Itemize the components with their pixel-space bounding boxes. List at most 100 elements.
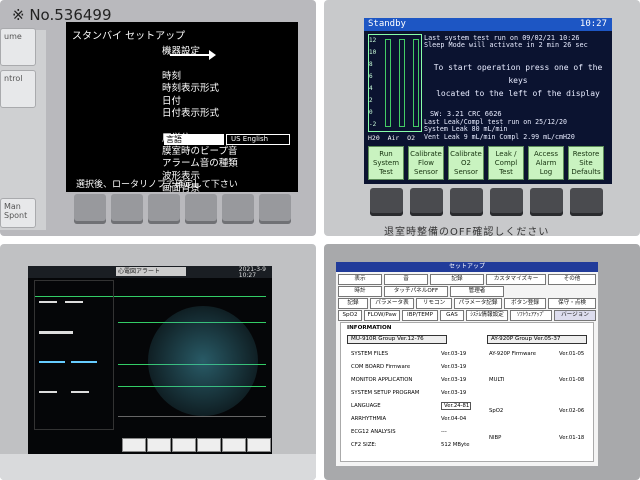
side-button-3[interactable]: Man Spont — [0, 198, 36, 228]
soft-key[interactable] — [259, 194, 291, 224]
monitor-tab-button[interactable] — [147, 438, 171, 452]
monitor-tab-button[interactable] — [247, 438, 271, 452]
monitor-soft-tabs — [122, 438, 271, 454]
group-right: AY-920P Group Ver.05-37 — [487, 335, 587, 344]
side-button-1[interactable]: ume — [0, 28, 36, 66]
status-time: 10:27 — [579, 19, 607, 29]
menu-item[interactable]: 膜室時のビープ音 — [162, 146, 238, 159]
run-system-test-button[interactable]: Run System Test — [368, 146, 404, 180]
tab[interactable]: パラメータ表 — [370, 298, 414, 309]
soft-key[interactable] — [570, 188, 603, 216]
panel-patient-monitor: 心電図アラート 2021-3-9 10:27 — [0, 244, 316, 480]
status-title: Standby — [368, 19, 406, 29]
instruction-line: To start operation press one of the keys — [433, 63, 603, 85]
version-value: --- — [441, 429, 447, 435]
numeric-block — [71, 391, 89, 393]
tab[interactable]: 表示 — [338, 274, 382, 285]
tab[interactable]: パラメータ記録 — [454, 298, 502, 309]
soft-key[interactable] — [222, 194, 254, 224]
numeric-block — [65, 301, 83, 303]
menu-item[interactable]: 日付 — [162, 96, 238, 109]
tab[interactable]: リモコン — [416, 298, 452, 309]
restore-site-defaults-button[interactable]: Restore Site Defaults — [568, 146, 604, 180]
tab[interactable]: 時計 — [338, 286, 382, 297]
version-row: SYSTEM FILES Ver.03-19 — [351, 351, 466, 357]
leak-info: Last Leak/Compl test run on 25/12/20 Sys… — [424, 118, 575, 141]
soft-key[interactable] — [490, 188, 523, 216]
pressure-gauges: 12 10 8 6 4 2 0 -2 — [368, 34, 422, 132]
calibrate-flow-sensor-button[interactable]: Calibrate Flow Sensor — [408, 146, 444, 180]
version-key: AY-920P Firmware — [489, 351, 536, 357]
tab[interactable]: ｼｽﾃﾑ情報設定 — [466, 310, 508, 321]
right-arrow-icon — [170, 50, 216, 60]
language-option[interactable]: US English — [226, 134, 290, 145]
language-version-box[interactable]: Ver.24-81 — [441, 402, 471, 410]
soft-key[interactable] — [410, 188, 443, 216]
tab[interactable]: 記録 — [338, 298, 368, 309]
tab[interactable]: 記録 — [430, 274, 484, 285]
monitor-tab-button[interactable] — [122, 438, 146, 452]
tab[interactable]: 管理者 — [450, 286, 504, 297]
menu-arrow-spacer — [162, 59, 238, 71]
soft-key[interactable] — [450, 188, 483, 216]
tab[interactable]: 音 — [384, 274, 428, 285]
soft-key[interactable] — [111, 194, 143, 224]
language-selected[interactable]: 言語 — [164, 134, 224, 145]
menu-item[interactable]: 時刻 — [162, 71, 238, 84]
version-key: NIBP — [489, 435, 502, 441]
menu-item[interactable]: 時刻表示形式 — [162, 83, 238, 96]
soft-key[interactable] — [148, 194, 180, 224]
version-value: Ver.03-19 — [441, 377, 467, 383]
numeric-block — [39, 331, 73, 334]
tab[interactable]: GAS — [440, 310, 464, 321]
gauge-bar — [413, 39, 419, 127]
menu-item[interactable]: アラーム音の種類 — [162, 158, 238, 171]
access-alarm-log-button[interactable]: Access Alarm Log — [528, 146, 564, 180]
version-info-panel: INFORMATION MU-910R Group Ver.12-76 AY-9… — [340, 322, 594, 462]
tab[interactable]: カスタマイズキー — [486, 274, 546, 285]
display-screen: Standby 10:27 12 10 8 6 4 2 0 -2 H20 Air… — [364, 18, 612, 184]
leak-line: Vent Leak 9 mL/min Compl 2.99 mL/cmH20 — [424, 132, 575, 141]
soft-key[interactable] — [370, 188, 403, 216]
version-value: Ver.03-19 — [441, 390, 467, 396]
version-value: Ver.04-04 — [441, 416, 467, 422]
system-test-message: Last system test run on 09/02/21 10:26 S… — [424, 34, 588, 50]
calibrate-o2-sensor-button[interactable]: Calibrate O2 Sensor — [448, 146, 484, 180]
soft-key[interactable] — [74, 194, 106, 224]
monitor-tab-button[interactable] — [172, 438, 196, 452]
monitor-topbar: 心電図アラート 2021-3-9 10:27 — [28, 266, 272, 279]
monitor-tab[interactable]: 心電図アラート — [116, 267, 186, 276]
version-key: COM BOARD Firmware — [351, 364, 411, 370]
menu-item[interactable]: 日付表示形式 — [162, 108, 238, 121]
soft-key[interactable] — [530, 188, 563, 216]
tab[interactable]: その他 — [548, 274, 596, 285]
tab[interactable]: IBP/TEMP — [402, 310, 438, 321]
gauge-label: O2 — [407, 134, 415, 142]
tab[interactable]: SpO2 — [338, 310, 362, 321]
panel-standby-setup-jp: ※ No.536499 ume ntrol Man Spont スタンバイ セッ… — [0, 0, 316, 236]
soft-key-row — [74, 194, 300, 226]
tab-version[interactable]: バージョン — [554, 310, 596, 321]
info-title: INFORMATION — [347, 325, 392, 331]
tab[interactable]: FLOW/Paw — [364, 310, 400, 321]
menu-lang-spacer — [162, 121, 238, 133]
version-value: Ver.02-06 — [559, 408, 585, 414]
monitor-tab-button[interactable] — [197, 438, 221, 452]
menu-item[interactable]: 機器設定 — [162, 46, 238, 59]
sticker-text: 退室時整備のOFF確認しください — [384, 227, 550, 236]
numeric-block — [39, 361, 65, 363]
soft-key[interactable] — [185, 194, 217, 224]
gauge-bar — [385, 39, 391, 127]
side-button-2[interactable]: ntrol — [0, 70, 36, 108]
tab[interactable]: 保守・点検 — [548, 298, 596, 309]
tab[interactable]: タッチパネルOFF — [384, 286, 448, 297]
tab[interactable]: ｿﾌﾄｳｪｱｱｯﾌﾟ — [510, 310, 552, 321]
parameter-column — [34, 280, 114, 430]
version-value: Ver.01-18 — [559, 435, 585, 441]
tab[interactable]: ボタン登録 — [504, 298, 546, 309]
version-key: MULTI — [489, 377, 505, 383]
version-row: SpO2 Ver.02-06 — [489, 408, 584, 414]
monitor-tab-button[interactable] — [222, 438, 246, 452]
version-row: SYSTEM SETUP PROGRAM Ver.03-19 — [351, 390, 466, 396]
leak-compl-test-button[interactable]: Leak / Compl Test — [488, 146, 524, 180]
